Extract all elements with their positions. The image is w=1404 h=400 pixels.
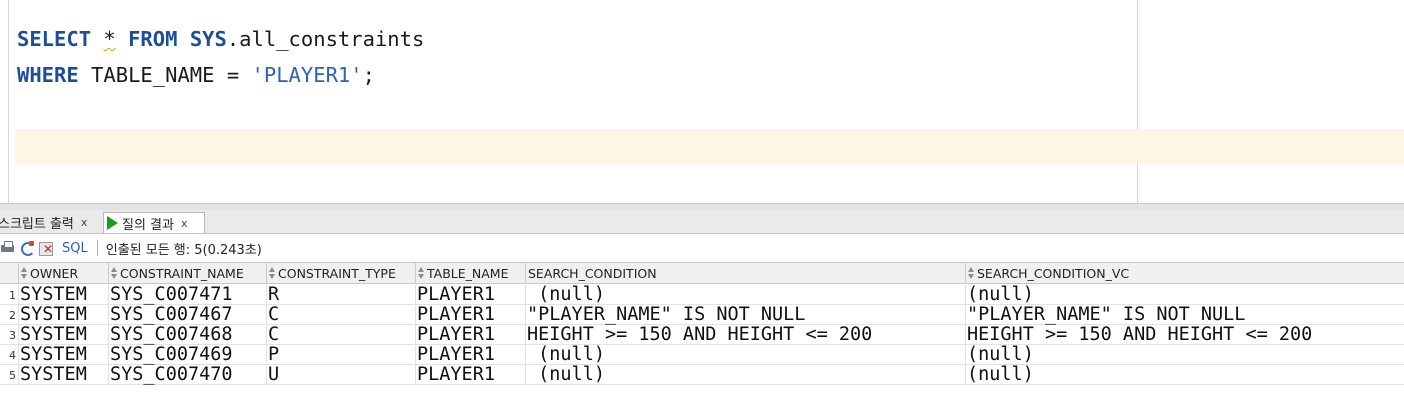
table-row[interactable]: 5 SYSTEM SYS_C007470 U PLAYER1 (null) (n… xyxy=(0,365,1404,385)
results-toolbar: SQL 인출된 모든 행: 5(0.243초) xyxy=(0,234,1404,262)
tab-label: 스크립트 출력 xyxy=(0,217,74,232)
keyword-sys: SYS xyxy=(189,27,227,51)
cell-search-condition[interactable]: (null) xyxy=(525,285,965,305)
toolbar-divider xyxy=(96,240,98,256)
cell-table-name[interactable]: PLAYER1 xyxy=(415,285,525,305)
cell-search-condition-vc[interactable]: (null) xyxy=(965,285,1404,305)
row-number: 2 xyxy=(9,308,16,322)
cell-search-condition[interactable]: (null) xyxy=(525,365,965,385)
cell-owner[interactable]: SYSTEM xyxy=(18,305,108,325)
column-label: CONSTRAINT_TYPE xyxy=(278,265,396,281)
cell-search-condition-vc[interactable]: HEIGHT >= 150 AND HEIGHT <= 200 xyxy=(965,325,1404,345)
code-terminator: ; xyxy=(362,63,375,87)
table-row[interactable]: 4 SYSTEM SYS_C007469 P PLAYER1 (null) (n… xyxy=(0,345,1404,365)
cell-constraint-name[interactable]: SYS_C007469 xyxy=(108,345,266,365)
cell-constraint-type[interactable]: R xyxy=(266,285,415,305)
cell-owner[interactable]: SYSTEM xyxy=(18,285,108,305)
column-header-search-condition-vc[interactable]: SEARCH_CONDITION_VC xyxy=(965,263,1404,283)
sort-icon xyxy=(269,267,275,279)
row-number: 1 xyxy=(9,288,16,302)
keyword-select: SELECT xyxy=(17,27,92,51)
row-number: 3 xyxy=(9,328,16,342)
cell-search-condition[interactable]: "PLAYER_NAME" IS NOT NULL xyxy=(525,305,965,325)
column-label: CONSTRAINT_NAME xyxy=(120,265,244,281)
sort-icon xyxy=(418,267,424,279)
cell-search-condition-vc[interactable]: (null) xyxy=(965,345,1404,365)
keyword-from: FROM xyxy=(128,27,178,51)
table-row[interactable]: 3 SYSTEM SYS_C007468 C PLAYER1 HEIGHT >=… xyxy=(0,325,1404,345)
cell-search-condition-vc[interactable]: "PLAYER_NAME" IS NOT NULL xyxy=(965,305,1404,325)
row-number: 5 xyxy=(9,368,16,382)
cell-owner[interactable]: SYSTEM xyxy=(18,325,108,345)
print-icon[interactable] xyxy=(0,240,16,256)
cell-constraint-type[interactable]: C xyxy=(266,305,415,325)
cell-table-name[interactable]: PLAYER1 xyxy=(415,325,525,345)
column-header-table-name[interactable]: TABLE_NAME xyxy=(415,263,525,283)
column-header-search-condition[interactable]: SEARCH_CONDITION xyxy=(525,263,965,283)
close-icon[interactable]: x xyxy=(181,217,188,230)
gutter-divider xyxy=(8,0,9,203)
column-header-constraint-type[interactable]: CONSTRAINT_TYPE xyxy=(266,263,415,283)
close-icon[interactable]: x xyxy=(81,216,88,229)
code-line-2[interactable]: WHERE TABLE_NAME = 'PLAYER1'; xyxy=(17,62,375,88)
wildcard-star: * xyxy=(103,27,116,51)
cell-search-condition[interactable]: HEIGHT >= 150 AND HEIGHT <= 200 xyxy=(525,325,965,345)
column-label: SEARCH_CONDITION xyxy=(528,265,657,281)
cell-search-condition-vc[interactable]: (null) xyxy=(965,365,1404,385)
fetch-status: 인출된 모든 행: 5(0.243초) xyxy=(105,242,262,258)
row-number: 4 xyxy=(9,348,16,362)
column-label: SEARCH_CONDITION_VC xyxy=(977,265,1130,281)
column-label: OWNER xyxy=(30,265,79,281)
cell-table-name[interactable]: PLAYER1 xyxy=(415,305,525,325)
cell-constraint-name[interactable]: SYS_C007468 xyxy=(108,325,266,345)
string-literal: 'PLAYER1' xyxy=(251,63,363,87)
cell-constraint-type[interactable]: C xyxy=(266,325,415,345)
code-line-1[interactable]: SELECT * FROM SYS.all_constraints xyxy=(17,26,424,52)
cell-constraint-name[interactable]: SYS_C007471 xyxy=(108,285,266,305)
cell-constraint-name[interactable]: SYS_C007467 xyxy=(108,305,266,325)
sort-icon xyxy=(968,267,974,279)
cell-search-condition[interactable]: (null) xyxy=(525,345,965,365)
cell-owner[interactable]: SYSTEM xyxy=(18,345,108,365)
tab-label: 질의 결과 xyxy=(122,217,174,233)
results-grid: OWNER CONSTRAINT_NAME CONSTRAINT_TYPE TA… xyxy=(0,262,1404,400)
table-row[interactable]: 2 SYSTEM SYS_C007467 C PLAYER1 "PLAYER_N… xyxy=(0,305,1404,325)
cell-owner[interactable]: SYSTEM xyxy=(18,365,108,385)
tab-query-result[interactable]: 질의 결과 x xyxy=(103,212,205,233)
column-header-constraint-name[interactable]: CONSTRAINT_NAME xyxy=(108,263,266,283)
panel-splitter[interactable] xyxy=(0,203,1404,210)
column-label: TABLE_NAME xyxy=(427,265,509,281)
cell-table-name[interactable]: PLAYER1 xyxy=(415,345,525,365)
cell-table-name[interactable]: PLAYER1 xyxy=(415,365,525,385)
right-margin-guide xyxy=(1137,0,1138,203)
sort-icon xyxy=(21,267,27,279)
grid-header: OWNER CONSTRAINT_NAME CONSTRAINT_TYPE TA… xyxy=(0,262,1404,284)
tab-script-output[interactable]: 스크립트 출력 x xyxy=(0,212,100,233)
refresh-icon[interactable] xyxy=(19,240,35,256)
run-icon xyxy=(107,216,118,230)
sql-button[interactable]: SQL xyxy=(62,241,88,256)
cell-constraint-type[interactable]: P xyxy=(266,345,415,365)
cell-constraint-type[interactable]: U xyxy=(266,365,415,385)
cell-constraint-name[interactable]: SYS_C007470 xyxy=(108,365,266,385)
sql-editor[interactable]: SELECT * FROM SYS.all_constraints WHERE … xyxy=(0,0,1404,203)
output-tab-bar: 스크립트 출력 x 질의 결과 x xyxy=(0,210,1404,234)
current-line-highlight xyxy=(15,129,1404,164)
sort-icon xyxy=(111,267,117,279)
keyword-where: WHERE xyxy=(17,63,79,87)
table-row[interactable]: 1 SYSTEM SYS_C007471 R PLAYER1 (null) (n… xyxy=(0,285,1404,305)
code-identifier: .all_constraints xyxy=(226,27,425,51)
column-header-owner[interactable]: OWNER xyxy=(18,263,108,283)
code-condition: TABLE_NAME = xyxy=(78,63,252,87)
cancel-query-icon[interactable] xyxy=(38,240,54,256)
